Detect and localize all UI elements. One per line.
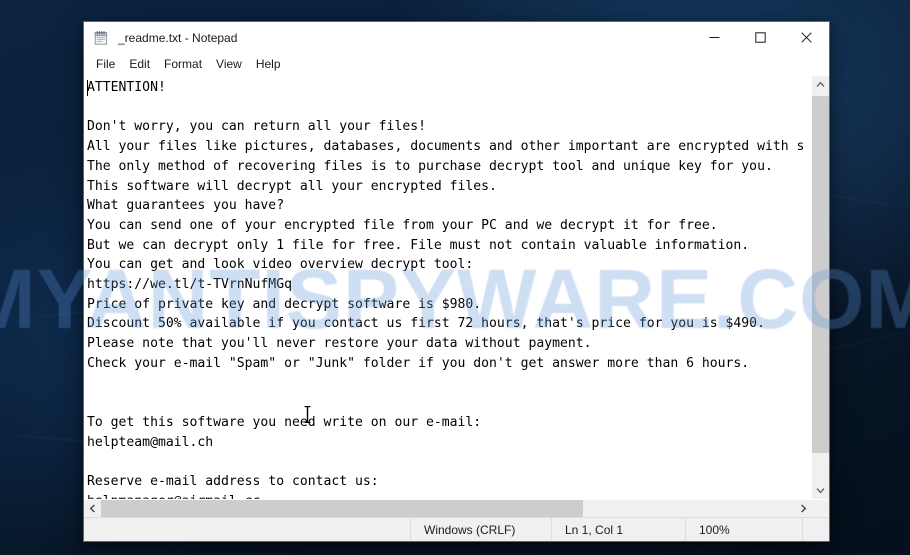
horizontal-scroll-track[interactable] bbox=[101, 500, 795, 517]
menu-item-edit[interactable]: Edit bbox=[122, 55, 157, 73]
document-text: ATTENTION! Don't worry, you can return a… bbox=[87, 80, 805, 499]
chevron-left-icon bbox=[89, 504, 95, 513]
status-line-column: Ln 1, Col 1 bbox=[551, 518, 685, 541]
status-resize-grip bbox=[802, 518, 829, 541]
close-button[interactable] bbox=[783, 22, 829, 53]
scroll-up-button[interactable] bbox=[812, 76, 829, 93]
notepad-window[interactable]: _readme.txt - Notepad File Edit Format V… bbox=[83, 21, 830, 542]
scroll-down-button[interactable] bbox=[812, 482, 829, 499]
status-bar: Windows (CRLF) Ln 1, Col 1 100% bbox=[84, 517, 829, 541]
status-zoom-level: 100% bbox=[685, 518, 802, 541]
text-editor-area[interactable]: ATTENTION! Don't worry, you can return a… bbox=[84, 76, 811, 499]
menu-item-format[interactable]: Format bbox=[157, 55, 209, 73]
title-bar-left: _readme.txt - Notepad bbox=[84, 30, 691, 46]
maximize-icon bbox=[754, 32, 766, 43]
maximize-button[interactable] bbox=[737, 22, 783, 53]
chevron-down-icon bbox=[816, 488, 825, 494]
vertical-scrollbar[interactable] bbox=[811, 76, 829, 499]
editor-region: ATTENTION! Don't worry, you can return a… bbox=[84, 75, 829, 517]
vertical-scroll-track[interactable] bbox=[812, 93, 829, 482]
minimize-icon bbox=[709, 37, 719, 38]
horizontal-scroll-thumb[interactable] bbox=[101, 500, 584, 517]
editor-row: ATTENTION! Don't worry, you can return a… bbox=[84, 76, 829, 499]
notepad-icon bbox=[93, 30, 109, 46]
chevron-up-icon bbox=[816, 81, 825, 87]
scroll-left-button[interactable] bbox=[84, 500, 101, 517]
menu-item-help[interactable]: Help bbox=[249, 55, 288, 73]
horizontal-scrollbar[interactable] bbox=[84, 499, 829, 517]
menu-bar[interactable]: File Edit Format View Help bbox=[84, 53, 829, 75]
minimize-button[interactable] bbox=[691, 22, 737, 53]
scroll-right-button[interactable] bbox=[795, 500, 812, 517]
menu-item-file[interactable]: File bbox=[89, 55, 122, 73]
title-bar[interactable]: _readme.txt - Notepad bbox=[84, 22, 829, 53]
status-bar-spacer bbox=[84, 518, 410, 541]
scrollbar-corner bbox=[812, 500, 829, 517]
text-caret bbox=[87, 80, 88, 96]
vertical-scroll-thumb[interactable] bbox=[812, 96, 829, 453]
status-encoding: Windows (CRLF) bbox=[410, 518, 551, 541]
window-title: _readme.txt - Notepad bbox=[118, 30, 238, 45]
chevron-right-icon bbox=[801, 504, 807, 513]
menu-item-view[interactable]: View bbox=[209, 55, 249, 73]
close-icon bbox=[800, 32, 812, 43]
